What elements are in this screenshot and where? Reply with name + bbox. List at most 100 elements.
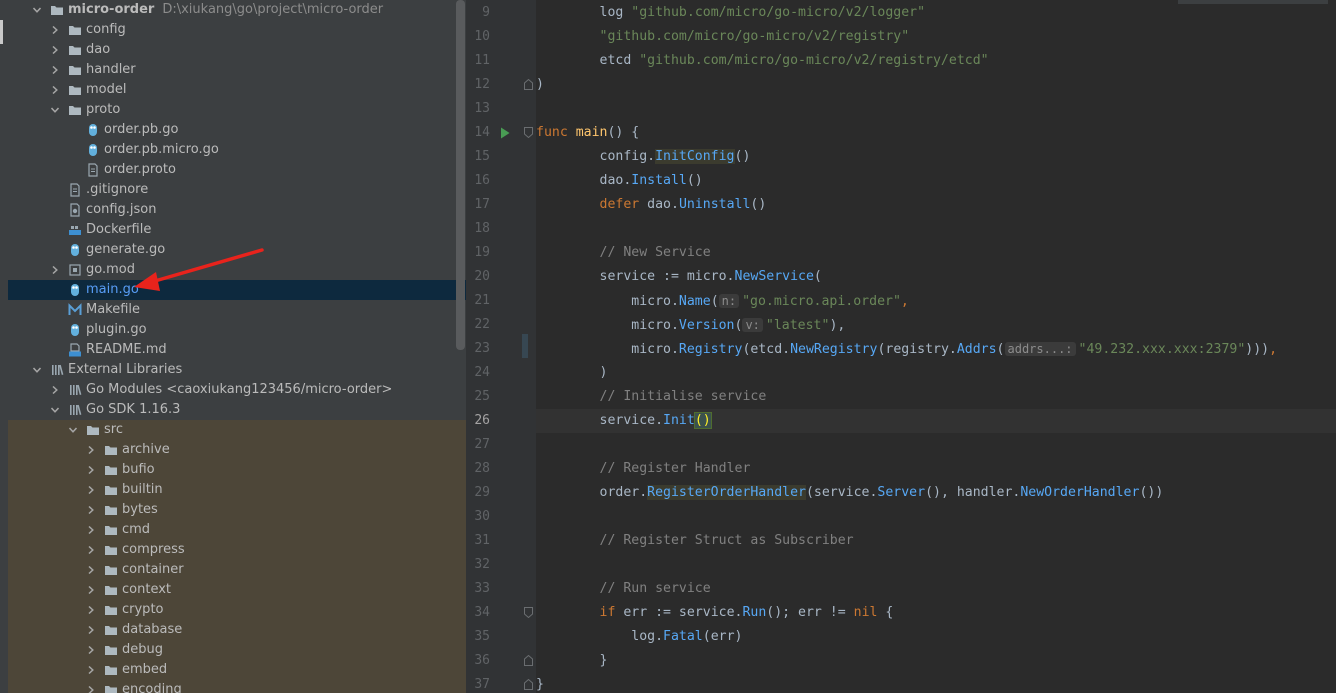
chevron-right-icon[interactable] [51,86,59,94]
vcs-change-marker[interactable] [522,334,528,358]
tree-row-go-modules-caoxiukang123456-micro-order[interactable]: Go Modules <caoxiukang123456/micro-order… [0,380,466,400]
chevron-right-icon[interactable] [87,566,95,574]
tree-row-config-json[interactable]: config.json [0,200,466,220]
tree-row-generate-go[interactable]: generate.go [0,240,466,260]
tree-row-main-go[interactable]: main.go [0,280,466,300]
chevron-right-icon[interactable] [87,466,95,474]
chevron-right-icon[interactable] [87,506,95,514]
chevron-right-icon[interactable] [87,686,95,693]
chevron-down-icon[interactable] [51,406,59,414]
tree-row-dockerfile[interactable]: Dockerfile [0,220,466,240]
code-line[interactable]: ) [536,73,1336,97]
fold-icon[interactable] [524,679,533,690]
tree-row-proto[interactable]: proto [0,100,466,120]
code-line[interactable]: "github.com/micro/go-micro/v2/registry" [536,25,1336,49]
tree-row-encoding[interactable]: encoding [0,680,466,693]
tree-row-embed[interactable]: embed [0,660,466,680]
project-tree-scrollbar[interactable] [456,0,465,350]
fold-icon[interactable] [524,655,533,666]
code-line[interactable]: // Register Struct as Subscriber [536,529,1336,553]
code-line[interactable]: ) [536,361,1336,385]
tool-window-tab-indicator[interactable] [0,20,3,44]
code-line[interactable]: } [536,649,1336,673]
code-line[interactable]: order.RegisterOrderHandler(service.Serve… [536,481,1336,505]
tree-row-go-sdk-1-16-3[interactable]: Go SDK 1.16.3 [0,400,466,420]
tree-row-context[interactable]: context [0,580,466,600]
chevron-right-icon[interactable] [51,26,59,34]
tree-row-src[interactable]: src [0,420,466,440]
editor-gutter[interactable]: 9 10 11 12 13 14 15 16 17 18 19 20 21 22 23 24 25 26 27 28 2… [466,0,536,693]
chevron-right-icon[interactable] [87,586,95,594]
tree-row-order-pb-micro-go[interactable]: order.pb.micro.go [0,140,466,160]
tree-row-database[interactable]: database [0,620,466,640]
code-line[interactable]: // Initialise service [536,385,1336,409]
code-line[interactable]: config.InitConfig() [536,145,1336,169]
tree-row-dao[interactable]: dao [0,40,466,60]
tree-row-compress[interactable]: compress [0,540,466,560]
code-line[interactable]: service := micro.NewService( [536,265,1336,289]
code-line[interactable]: etcd "github.com/micro/go-micro/v2/regis… [536,49,1336,73]
chevron-right-icon[interactable] [51,266,59,274]
chevron-right-icon[interactable] [87,486,95,494]
chevron-down-icon[interactable] [51,106,59,114]
tree-row-bytes[interactable]: bytes [0,500,466,520]
tree-row-config[interactable]: config [0,20,466,40]
code-line[interactable]: dao.Install() [536,169,1336,193]
tree-row-makefile[interactable]: Makefile [0,300,466,320]
tree-row-gitignore[interactable]: .gitignore [0,180,466,200]
tree-row-bufio[interactable]: bufio [0,460,466,480]
tree-row-archive[interactable]: archive [0,440,466,460]
chevron-right-icon[interactable] [87,446,95,454]
tree-row-builtin[interactable]: builtin [0,480,466,500]
tree-row-go-mod[interactable]: go.mod [0,260,466,280]
chevron-down-icon[interactable] [69,426,77,434]
code-line[interactable]: micro.Version(v: "latest"), [536,313,1336,337]
code-line[interactable] [536,505,1336,529]
code-line[interactable]: micro.Registry(etcd.NewRegistry(registry… [536,337,1336,361]
fold-icon[interactable] [524,79,533,90]
code-line[interactable]: micro.Name(n: "go.micro.api.order", [536,289,1336,313]
fold-icon[interactable] [524,127,533,138]
tree-row-debug[interactable]: debug [0,640,466,660]
tree-row-order-pb-go[interactable]: order.pb.go [0,120,466,140]
chevron-down-icon[interactable] [33,366,41,374]
chevron-right-icon[interactable] [51,386,59,394]
run-icon[interactable] [500,127,510,139]
lib-icon [68,383,82,397]
fold-icon[interactable] [524,607,533,618]
chevron-right-icon[interactable] [87,666,95,674]
code-line[interactable]: log "github.com/micro/go-micro/v2/logger… [536,1,1336,25]
chevron-right-icon[interactable] [87,546,95,554]
tree-row-readme-md[interactable]: README.md [0,340,466,360]
code-line[interactable] [536,217,1336,241]
tree-row-order-proto[interactable]: order.proto [0,160,466,180]
code-line[interactable]: defer dao.Uninstall() [536,193,1336,217]
code-line[interactable] [536,97,1336,121]
chevron-right-icon[interactable] [87,606,95,614]
tree-row-cmd[interactable]: cmd [0,520,466,540]
code-line[interactable]: // New Service [536,241,1336,265]
code-line[interactable] [536,553,1336,577]
tree-row-external-libraries[interactable]: External Libraries [0,360,466,380]
code-line[interactable]: func main() { [536,121,1336,145]
code-line[interactable]: } [536,673,1336,693]
code-line[interactable]: log.Fatal(err) [536,625,1336,649]
tree-row-container[interactable]: container [0,560,466,580]
chevron-right-icon[interactable] [87,526,95,534]
code-line[interactable]: service.Init() [536,409,1336,433]
chevron-right-icon[interactable] [87,646,95,654]
chevron-down-icon[interactable] [33,6,41,14]
code-line[interactable] [536,433,1336,457]
code-line[interactable]: if err := service.Run(); err != nil { [536,601,1336,625]
chevron-right-icon[interactable] [51,46,59,54]
chevron-right-icon[interactable] [87,626,95,634]
code-line[interactable]: // Run service [536,577,1336,601]
code-editor[interactable]: 9 10 11 12 13 14 15 16 17 18 19 20 21 22 23 24 25 26 27 28 2… [466,0,1336,693]
tree-row-crypto[interactable]: crypto [0,600,466,620]
tree-row-micro-order[interactable]: micro-order D:\xiukang\go\project\micro-o… [0,0,466,20]
tree-row-model[interactable]: model [0,80,466,100]
code-line[interactable]: // Register Handler [536,457,1336,481]
tree-row-handler[interactable]: handler [0,60,466,80]
tree-row-plugin-go[interactable]: plugin.go [0,320,466,340]
chevron-right-icon[interactable] [51,66,59,74]
